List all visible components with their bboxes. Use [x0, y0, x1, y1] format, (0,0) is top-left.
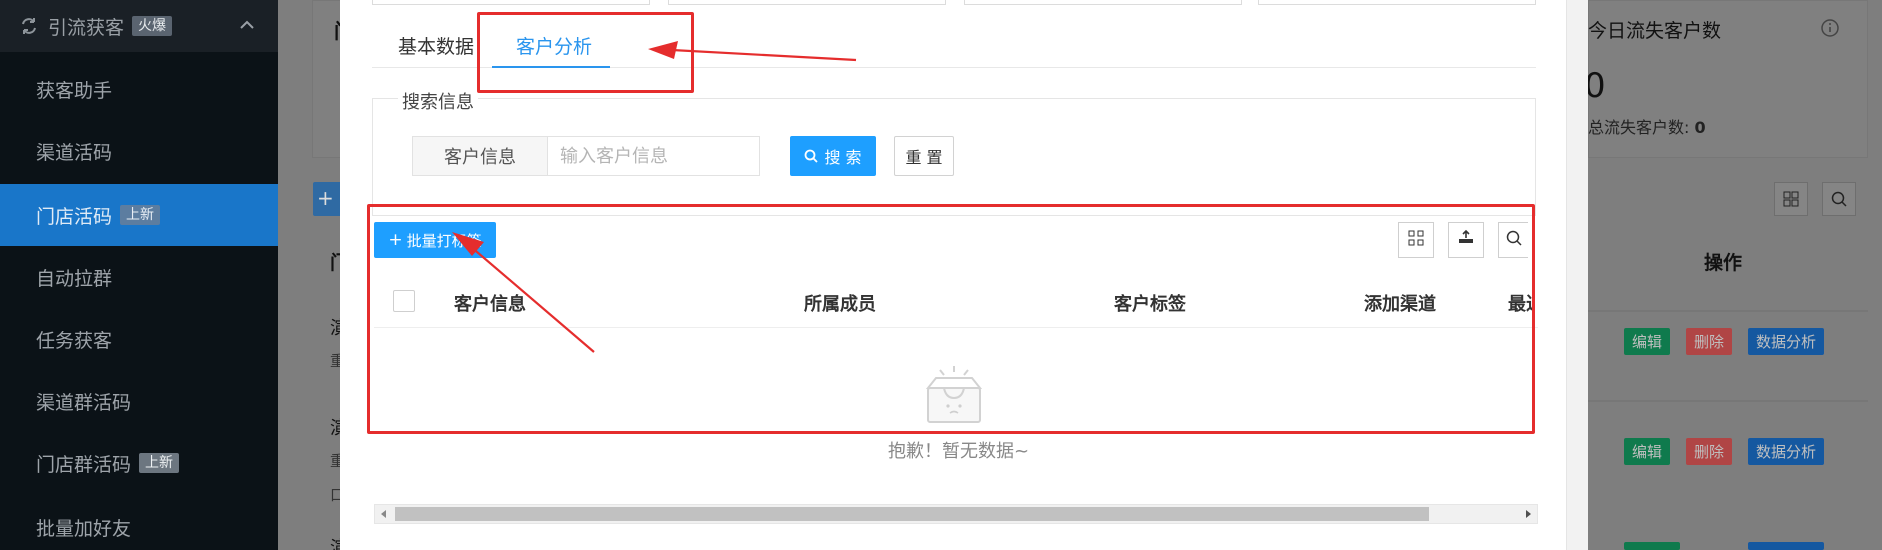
sidebar-item-auto-group[interactable]: 自动拉群 — [0, 246, 278, 308]
scroll-left-arrow-icon[interactable] — [381, 510, 386, 518]
scrollbar-thumb[interactable] — [395, 507, 1429, 521]
sidebar-item-customer-assistant[interactable]: 获客助手 — [0, 58, 278, 120]
export-button[interactable] — [1448, 222, 1484, 258]
table-horizontal-scrollbar[interactable] — [374, 504, 1538, 524]
tab-basic-data[interactable]: 基本数据 — [398, 32, 474, 59]
total-lost-customers: 总流失客户数: 0 — [1588, 118, 1706, 137]
data-analysis-button-partial — [1748, 542, 1824, 550]
export-icon — [1456, 229, 1476, 252]
new-badge: 上新 — [139, 453, 180, 473]
sidebar-item-label: 批量加好友 — [36, 517, 132, 540]
column-header-recent[interactable]: 最近 — [1508, 290, 1534, 316]
search-section-title: 搜索信息 — [398, 88, 478, 114]
reset-button[interactable]: 重 置 — [894, 136, 954, 176]
chevron-up-icon[interactable] — [236, 14, 258, 36]
background-row-divider — [1588, 400, 1868, 402]
modal-scrollbar-track[interactable] — [1566, 0, 1588, 550]
sidebar-item-store-group-code[interactable]: 门店群活码 上新 — [0, 432, 278, 494]
sidebar-item-task-acquire[interactable]: 任务获客 — [0, 308, 278, 370]
sidebar-item-label: 门店活码 — [36, 205, 113, 228]
print-search-button[interactable] — [1498, 222, 1528, 258]
new-badge: 上新 — [120, 205, 161, 225]
today-lost-customers-title: 今日流失客户数 — [1588, 20, 1722, 42]
info-circle-icon — [1820, 18, 1840, 43]
sidebar-item-label: 自动拉群 — [36, 267, 113, 290]
batch-tag-label: 批量打标签 — [406, 231, 482, 250]
column-header-add-channel[interactable]: 添加渠道 — [1364, 290, 1436, 316]
customer-info-input[interactable] — [548, 136, 760, 176]
sidebar-group-header[interactable]: 引流获客 火爆 — [0, 0, 278, 52]
column-toggle-button[interactable] — [1398, 222, 1434, 258]
search-button-label: 搜 索 — [824, 148, 862, 167]
batch-tag-button[interactable]: + 批量打标签 — [374, 222, 496, 258]
edit-button: 编辑 — [1624, 328, 1671, 355]
sidebar-group-title: 引流获客 — [48, 16, 125, 39]
tab-customer-analysis[interactable]: 客户分析 — [516, 32, 592, 59]
search-button[interactable]: 搜 索 — [790, 136, 876, 176]
sidebar-item-label: 获客助手 — [36, 79, 113, 102]
sidebar-item-label: 渠道活码 — [36, 141, 113, 164]
magnifier-icon — [1505, 229, 1523, 252]
column-header-customer-tags[interactable]: 客户标签 — [1114, 290, 1186, 316]
edit-button-partial — [1624, 542, 1680, 550]
delete-button: 删除 — [1686, 328, 1733, 355]
sidebar-item-channel-group-code[interactable]: 渠道群活码 — [0, 370, 278, 432]
scroll-right-arrow-icon[interactable] — [1526, 510, 1531, 518]
column-header-customer-info[interactable]: 客户信息 — [454, 290, 526, 316]
customer-analysis-modal — [340, 0, 1588, 550]
refresh-arrows-icon — [18, 15, 40, 37]
sidebar-item-store-code[interactable]: 门店活码 上新 — [0, 184, 278, 246]
ops-column-header: 操作 — [1704, 252, 1743, 274]
edit-button: 编辑 — [1624, 438, 1671, 465]
active-tab-indicator — [492, 66, 610, 68]
plus-icon: + — [388, 230, 403, 250]
grid-columns-icon — [1407, 229, 1425, 252]
magnifier-icon — [1822, 182, 1856, 216]
data-analysis-button: 数据分析 — [1748, 438, 1825, 465]
data-analysis-button: 数据分析 — [1748, 328, 1825, 355]
sidebar-item-label: 门店群活码 — [36, 453, 132, 476]
background-row-divider — [1588, 310, 1868, 312]
delete-button: 删除 — [1686, 438, 1733, 465]
empty-box-icon — [918, 364, 990, 426]
sidebar-item-label: 任务获客 — [36, 329, 113, 352]
column-header-member[interactable]: 所属成员 — [804, 290, 876, 316]
empty-state-text: 抱歉！暂无数据~ — [888, 441, 1030, 462]
select-all-checkbox[interactable] — [393, 290, 415, 312]
sidebar-item-channel-code[interactable]: 渠道活码 — [0, 120, 278, 182]
sidebar: 引流获客 火爆 获客助手 渠道活码 门店活码 上新 自动拉群 任务获客 渠道群活码… — [0, 0, 278, 550]
modal-tabs: 基本数据 客户分析 — [372, 20, 1536, 68]
sidebar-item-batch-add-friends[interactable]: 批量加好友 — [0, 496, 278, 550]
grid-columns-icon — [1774, 182, 1808, 216]
sidebar-item-label: 渠道群活码 — [36, 391, 132, 414]
search-icon — [804, 149, 819, 163]
customer-info-label: 客户信息 — [412, 136, 548, 176]
background-add-button: + — [313, 182, 343, 216]
hot-badge: 火爆 — [132, 16, 173, 36]
